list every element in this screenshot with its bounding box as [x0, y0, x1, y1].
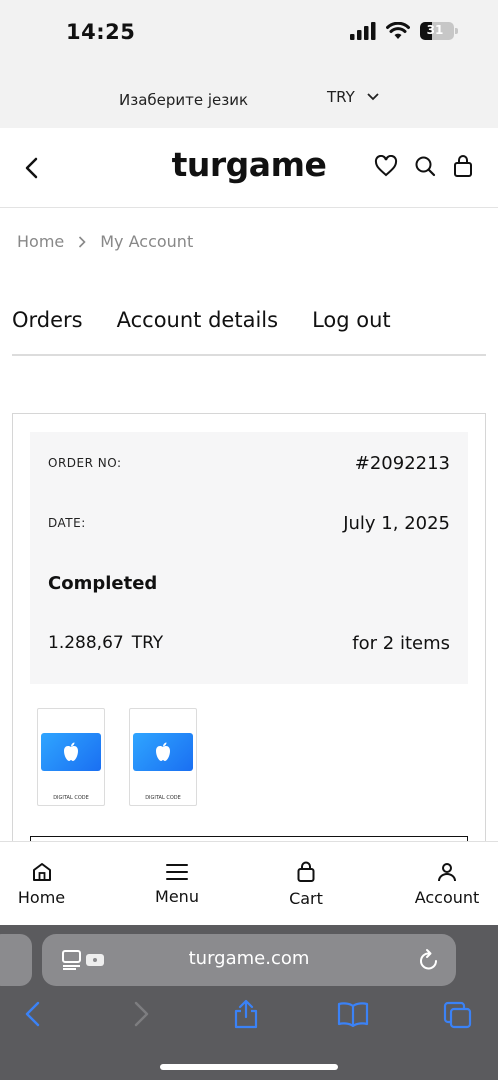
- tabs-divider: [12, 354, 486, 356]
- previous-tab-preview[interactable]: [0, 934, 32, 986]
- bottom-navigation: Home Menu Cart Account: [0, 841, 498, 925]
- order-total-amount: 1.288,67: [48, 633, 124, 653]
- currency-label: TRY: [327, 88, 355, 106]
- breadcrumb: Home My Account: [17, 232, 193, 251]
- breadcrumb-current: My Account: [100, 232, 194, 251]
- browser-toolbar: turgame.com: [0, 925, 498, 1080]
- nav-cart[interactable]: Cart: [270, 842, 342, 926]
- tab-orders[interactable]: Orders: [12, 308, 83, 332]
- language-selector[interactable]: Изаберите језик: [119, 91, 248, 109]
- currency-selector[interactable]: TRY: [327, 88, 379, 106]
- apple-logo-icon: [64, 742, 78, 761]
- user-icon: [438, 862, 456, 881]
- nav-home[interactable]: Home: [0, 842, 83, 926]
- order-item-thumbnail[interactable]: DIGITAL CODE: [37, 708, 105, 806]
- tabs-icon[interactable]: [443, 1001, 473, 1029]
- order-number-label: ORDER NO:: [48, 456, 122, 470]
- cellular-signal-icon: [350, 22, 376, 40]
- nav-account[interactable]: Account: [404, 842, 490, 926]
- tab-log-out[interactable]: Log out: [312, 308, 391, 332]
- menu-icon: [166, 863, 188, 880]
- heart-icon[interactable]: [374, 155, 398, 177]
- home-icon: [32, 862, 51, 881]
- breadcrumb-home[interactable]: Home: [17, 232, 64, 251]
- order-total: 1.288,67 TRY: [48, 633, 163, 653]
- share-icon[interactable]: [233, 999, 259, 1029]
- bookmarks-icon[interactable]: [337, 1001, 369, 1027]
- shopping-bag-icon: [297, 861, 315, 882]
- language-currency-bar: [0, 72, 498, 128]
- home-indicator: [160, 1064, 338, 1070]
- order-total-currency: TRY: [131, 633, 164, 653]
- order-date: July 1, 2025: [343, 512, 450, 534]
- tab-account-details[interactable]: Account details: [117, 308, 278, 332]
- status-bar: 14:25 31: [0, 0, 498, 72]
- apple-logo-icon: [156, 742, 170, 761]
- url-text: turgame.com: [188, 948, 310, 969]
- apple-gift-card-image: [133, 733, 193, 771]
- battery-level: 31: [426, 23, 444, 37]
- nav-menu-label: Menu: [155, 886, 199, 906]
- forward-icon[interactable]: [132, 1001, 150, 1027]
- order-item-thumbnail[interactable]: DIGITAL CODE: [129, 708, 197, 806]
- nav-account-label: Account: [414, 887, 480, 907]
- order-summary: ORDER NO: #2092213 DATE: July 1, 2025 Co…: [30, 432, 468, 684]
- header-actions: [374, 154, 474, 178]
- nav-home-label: Home: [17, 887, 66, 907]
- order-status: Completed: [48, 572, 158, 594]
- site-header: turgame: [0, 128, 498, 208]
- back-icon[interactable]: [24, 1001, 42, 1027]
- item-caption: DIGITAL CODE: [145, 795, 181, 801]
- status-icons: 31: [350, 22, 458, 40]
- nav-cart-label: Cart: [289, 888, 323, 908]
- apple-gift-card-image: [41, 733, 101, 771]
- order-number: #2092213: [354, 452, 450, 474]
- shopping-bag-icon[interactable]: [452, 154, 474, 178]
- address-bar[interactable]: turgame.com: [42, 934, 456, 986]
- chevron-down-icon: [367, 93, 379, 101]
- account-tabs: Orders Account details Log out: [12, 308, 486, 332]
- order-items-count: for 2 items: [352, 632, 450, 654]
- nav-menu[interactable]: Menu: [134, 842, 220, 926]
- status-time: 14:25: [66, 20, 136, 44]
- chevron-right-icon: [79, 235, 86, 248]
- wifi-icon: [386, 22, 410, 39]
- reload-icon[interactable]: [418, 948, 440, 972]
- item-caption: DIGITAL CODE: [53, 795, 89, 801]
- order-date-label: DATE:: [48, 516, 86, 530]
- battery-icon: 31: [420, 22, 458, 40]
- search-icon[interactable]: [414, 155, 436, 177]
